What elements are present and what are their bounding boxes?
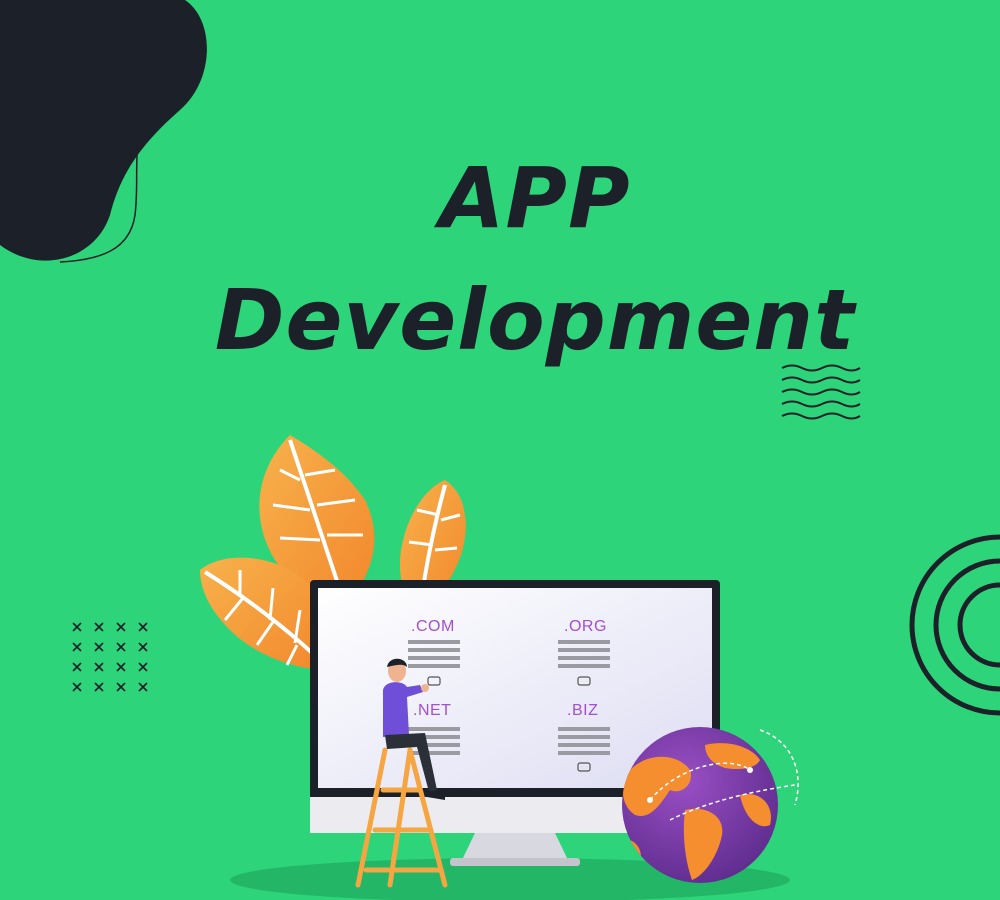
x-pattern-icon [72, 622, 148, 692]
globe-icon [622, 727, 799, 883]
heading-line-2: Development [214, 271, 856, 369]
wave-lines-icon [781, 364, 861, 420]
domain-label-org: .ORG [564, 618, 607, 635]
domain-label-com: .COM [411, 618, 455, 635]
person-icon [383, 658, 445, 800]
concentric-circles-icon [909, 534, 1000, 716]
domain-label-biz: .BIZ [567, 702, 599, 719]
heading-line-1: APP [439, 149, 631, 247]
